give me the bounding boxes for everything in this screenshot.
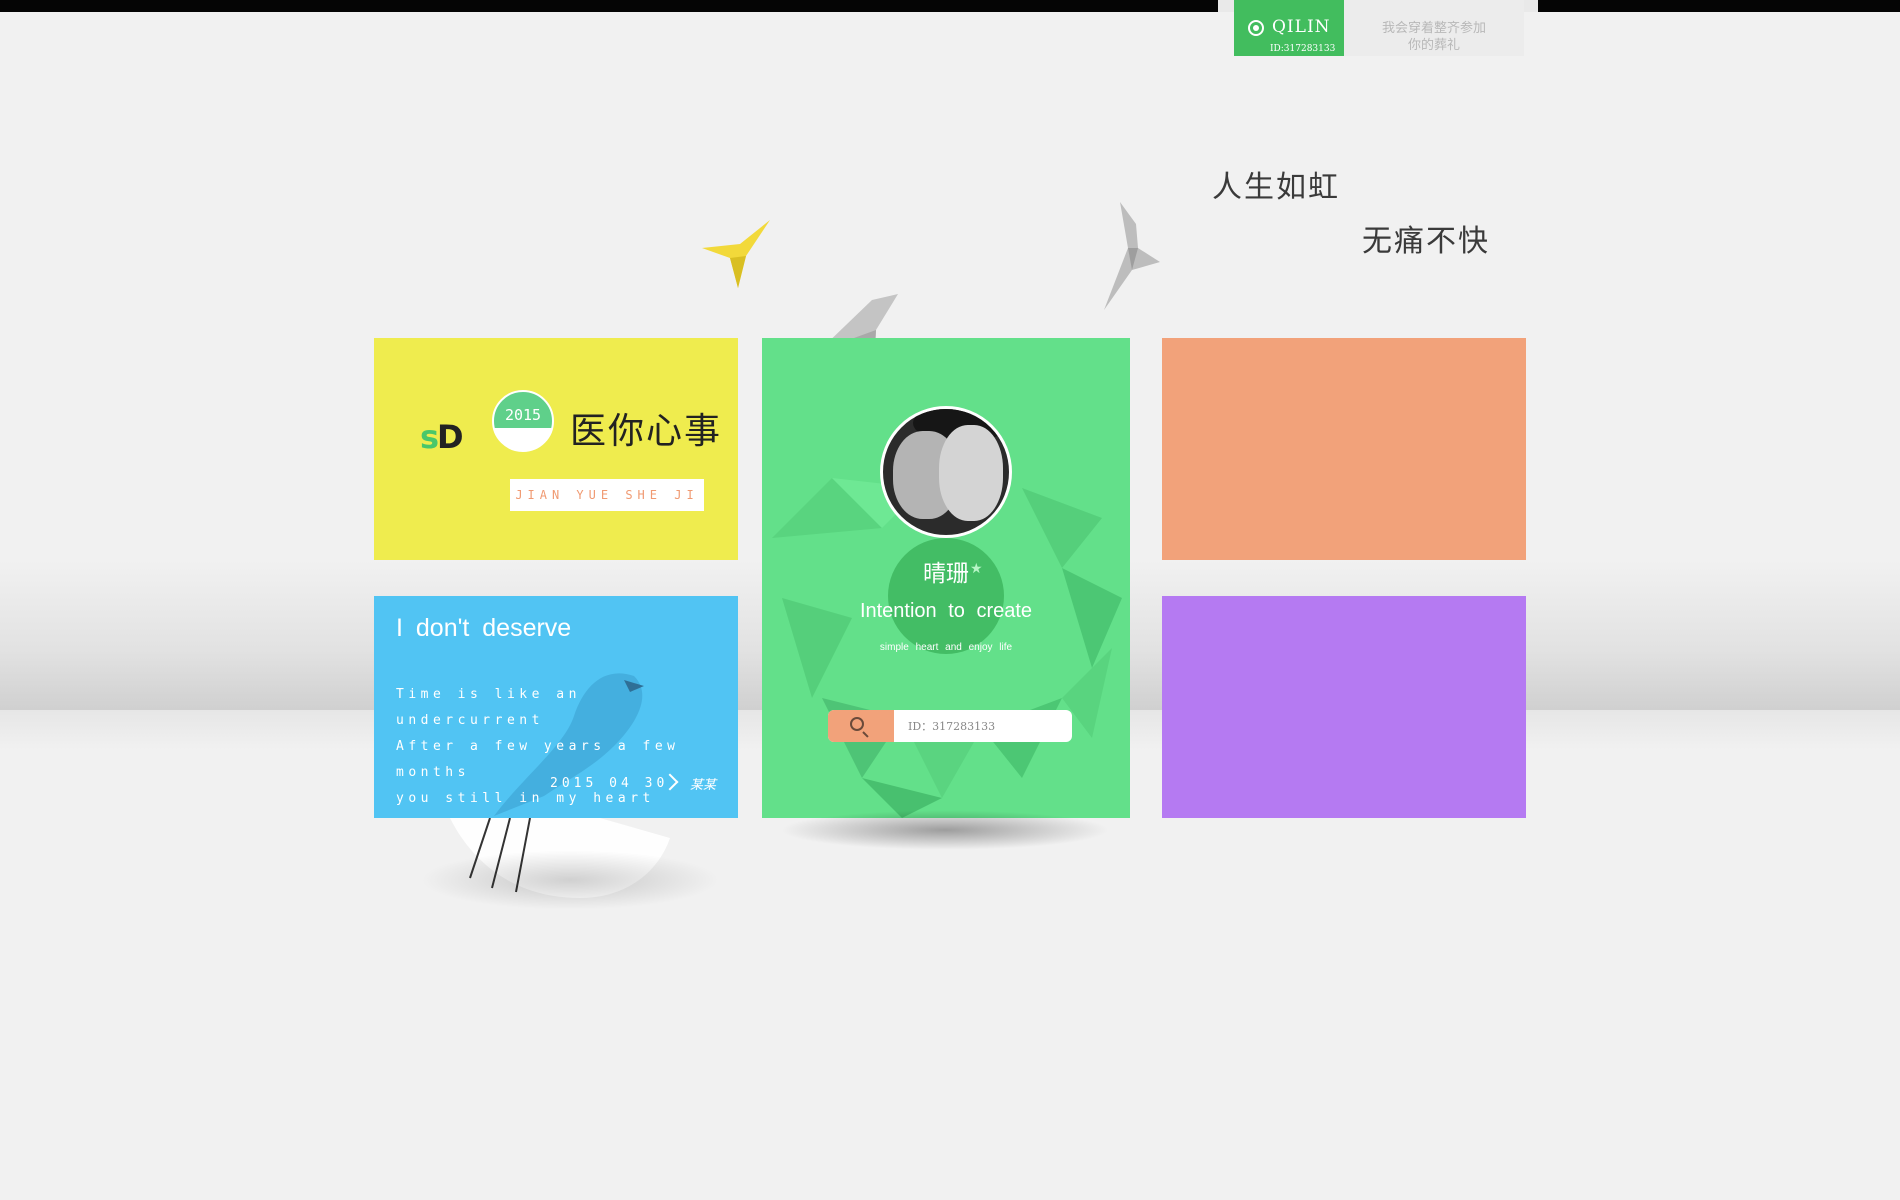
hero-line-1: 人生如虹	[1212, 170, 1340, 205]
yellow-tile-subtitle[interactable]: JIAN YUE SHE JI	[510, 479, 704, 511]
top-bar-left	[0, 0, 1218, 12]
tile-green-profile: 晴珊 ★ Intention to create simple heart an…	[762, 338, 1130, 818]
tile-shadow	[780, 810, 1110, 850]
tile-purple[interactable]	[1162, 596, 1526, 818]
grey-origami-bird-top-icon	[1104, 202, 1160, 310]
yellow-tile-title: 医你心事	[570, 411, 723, 452]
tile-orange[interactable]	[1162, 338, 1526, 560]
profile-title: Intention to create	[859, 600, 1033, 622]
user-tab[interactable]: QILIN ID:317283133	[1234, 0, 1344, 56]
quote-line-1: 我会穿着整齐参加	[1381, 21, 1486, 36]
top-bar-right	[1538, 0, 1900, 12]
profile-name: 晴珊	[923, 561, 969, 587]
search-input[interactable]	[908, 710, 1068, 742]
year-badge: 2015	[492, 390, 554, 452]
star-icon: ★	[970, 560, 983, 576]
user-icon	[1248, 20, 1264, 36]
yellow-origami-bird-icon	[702, 220, 770, 288]
user-name: QILIN	[1272, 17, 1331, 37]
falcon-shadow	[420, 850, 720, 910]
blue-tile-date: 2015 04 30	[550, 776, 669, 791]
quote-line-2: 你的葬礼	[1407, 38, 1460, 53]
blue-tile-signature: 某某	[690, 778, 717, 793]
quote-tab[interactable]: 我会穿着整齐参加 你的葬礼	[1344, 0, 1524, 56]
search-box	[828, 710, 1072, 742]
search-icon	[850, 717, 864, 731]
hero-line-2: 无痛不快	[1362, 224, 1490, 259]
tile-yellow[interactable]: sD 2015 医你心事 JIAN YUE SHE JI	[374, 338, 738, 560]
blue-tile-title: I don't deserve	[396, 614, 572, 642]
profile-subtitle: simple heart and enjoy life	[879, 642, 1013, 653]
avatar[interactable]	[880, 406, 1012, 538]
sd-logo: sD	[420, 418, 464, 456]
tile-blue[interactable]: I don't deserve Time is like an undercur…	[374, 596, 738, 818]
user-id: ID:317283133	[1270, 44, 1336, 54]
blue-tile-text: Time is like an undercurrent After a few…	[396, 687, 680, 806]
search-button[interactable]	[828, 710, 894, 742]
